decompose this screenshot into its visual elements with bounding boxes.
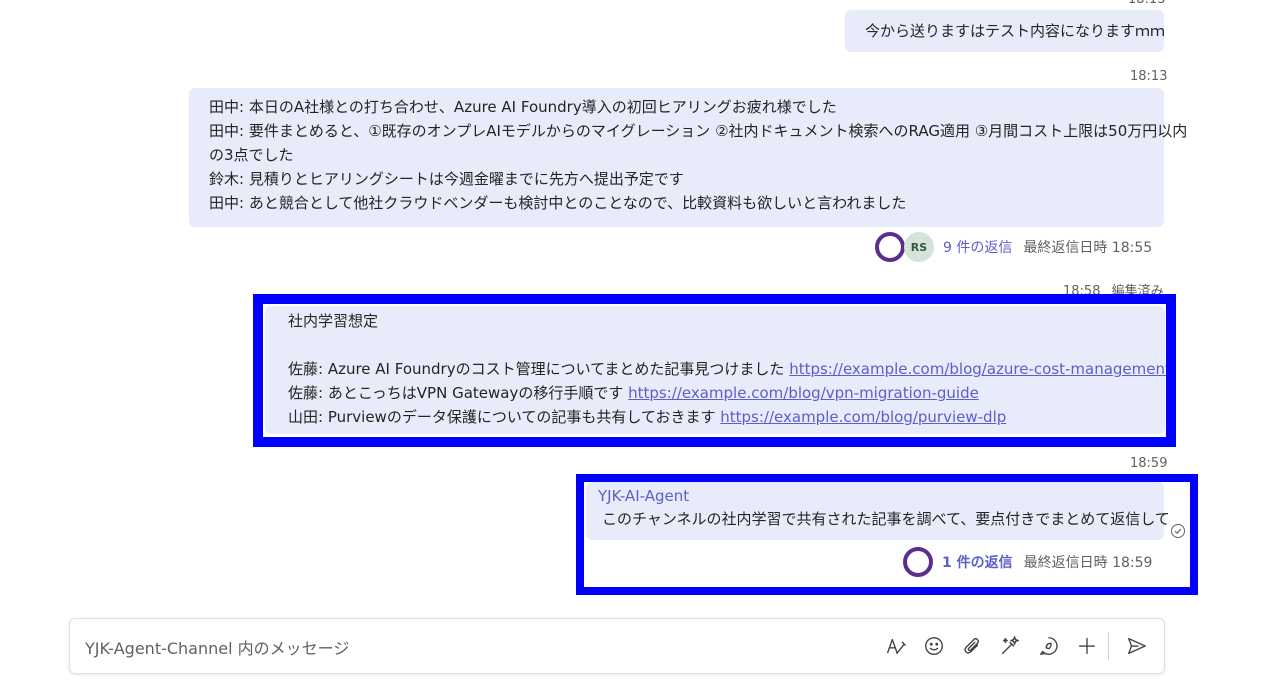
avatar: RS <box>904 232 934 262</box>
thread-summary[interactable]: RS 9 件の返信 最終返信日時 18:55 <box>875 232 1152 262</box>
reply-count-link[interactable]: 9 件の返信 <box>943 237 1012 257</box>
copilot-icon[interactable] <box>997 633 1023 659</box>
message-composer[interactable]: YJK-Agent-Channel 内のメッセージ <box>69 618 1165 674</box>
format-icon[interactable] <box>883 633 909 659</box>
message-timestamp: 18:13 <box>1130 69 1168 84</box>
timestamp-clipped: 18:13 <box>1128 0 1165 7</box>
message-line: の3点でした <box>209 146 294 164</box>
composer-placeholder[interactable]: YJK-Agent-Channel 内のメッセージ <box>85 635 349 659</box>
emoji-icon[interactable] <box>921 633 947 659</box>
toolbar-divider <box>1108 632 1109 660</box>
message-bubble: 田中: 本日のA社様との打ち合わせ、Azure AI Foundry導入の初回ヒ… <box>189 88 1188 227</box>
plus-icon[interactable] <box>1074 633 1100 659</box>
loop-icon[interactable] <box>1036 633 1062 659</box>
send-icon[interactable] <box>1124 633 1150 659</box>
message-timestamp: 18:59 <box>1130 456 1168 471</box>
last-reply-time: 最終返信日時 18:55 <box>1023 240 1153 256</box>
highlight-box <box>253 294 1176 447</box>
message-line: 田中: あと競合として他社クラウドベンダーも検討中とのことなので、比較資料も欲し… <box>209 194 907 212</box>
avatar <box>875 232 905 262</box>
message-line: 鈴木: 見積りとヒアリングシートは今週金曜までに先方へ提出予定です <box>209 170 684 188</box>
message-text: 今から送りますはテスト内容になりますｍｍ <box>865 22 1166 40</box>
attach-icon[interactable] <box>959 633 985 659</box>
message-bubble: 今から送りますはテスト内容になりますｍｍ <box>845 10 1166 52</box>
highlight-box <box>576 474 1198 595</box>
message-line: 田中: 本日のA社様との打ち合わせ、Azure AI Foundry導入の初回ヒ… <box>209 98 837 116</box>
message-line: 田中: 要件まとめると、①既存のオンプレAIモデルからのマイグレーション ②社内… <box>209 122 1188 140</box>
